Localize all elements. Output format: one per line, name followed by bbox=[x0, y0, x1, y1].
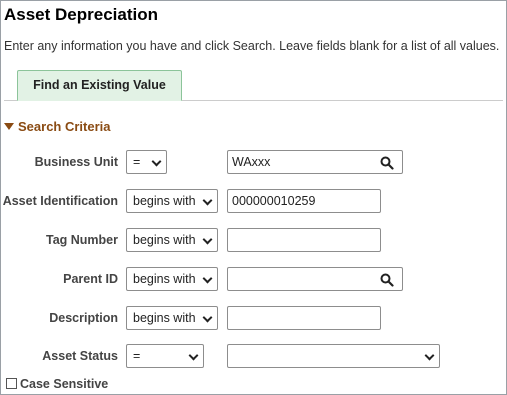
description-operator-select[interactable]: begins with bbox=[126, 306, 218, 330]
tag-number-input[interactable] bbox=[227, 228, 381, 252]
tab-find-existing-value[interactable]: Find an Existing Value bbox=[17, 70, 182, 101]
business-unit-operator-value: = bbox=[133, 155, 141, 169]
asset-identification-operator-value: begins with bbox=[133, 194, 196, 208]
parent-id-operator-select[interactable]: begins with bbox=[126, 267, 218, 291]
asset-status-label: Asset Status bbox=[42, 349, 118, 363]
search-icon[interactable] bbox=[380, 156, 394, 170]
instructions-text: Enter any information you have and click… bbox=[4, 39, 500, 53]
search-criteria-label: Search Criteria bbox=[18, 119, 111, 134]
asset-status-select[interactable] bbox=[227, 344, 440, 368]
parent-id-label: Parent ID bbox=[63, 272, 118, 286]
business-unit-input[interactable]: WAxxx bbox=[227, 150, 403, 174]
chevron-down-icon bbox=[424, 350, 435, 361]
business-unit-label: Business Unit bbox=[34, 155, 118, 169]
chevron-down-icon bbox=[202, 234, 213, 245]
parent-id-input[interactable] bbox=[227, 267, 403, 291]
chevron-down-icon bbox=[202, 195, 213, 206]
asset-identification-value: 000000010259 bbox=[232, 194, 316, 208]
case-sensitive-label: Case Sensitive bbox=[20, 377, 109, 391]
asset-status-operator-select[interactable]: = bbox=[126, 344, 204, 368]
chevron-down-icon bbox=[188, 350, 199, 361]
page-title: Asset Depreciation bbox=[4, 5, 158, 24]
asset-identification-label: Asset Identification bbox=[2, 194, 118, 208]
chevron-down-icon bbox=[202, 312, 213, 323]
parent-id-operator-value: begins with bbox=[133, 272, 196, 286]
business-unit-value: WAxxx bbox=[232, 155, 271, 169]
tag-number-operator-value: begins with bbox=[133, 233, 196, 247]
business-unit-operator-select[interactable]: = bbox=[126, 150, 167, 174]
chevron-down-icon bbox=[151, 156, 162, 167]
description-operator-value: begins with bbox=[133, 311, 196, 325]
tag-number-label: Tag Number bbox=[46, 233, 118, 247]
asset-identification-input[interactable]: 000000010259 bbox=[227, 189, 381, 213]
case-sensitive-checkbox[interactable] bbox=[6, 378, 17, 389]
description-input[interactable] bbox=[227, 306, 381, 330]
asset-identification-operator-select[interactable]: begins with bbox=[126, 189, 218, 213]
chevron-down-icon bbox=[202, 273, 213, 284]
asset-status-operator-value: = bbox=[133, 349, 141, 363]
search-criteria-toggle[interactable]: Search Criteria bbox=[4, 119, 111, 134]
description-label: Description bbox=[49, 311, 118, 325]
tag-number-operator-select[interactable]: begins with bbox=[126, 228, 218, 252]
collapse-triangle-icon bbox=[4, 123, 14, 131]
search-icon[interactable] bbox=[380, 273, 394, 287]
